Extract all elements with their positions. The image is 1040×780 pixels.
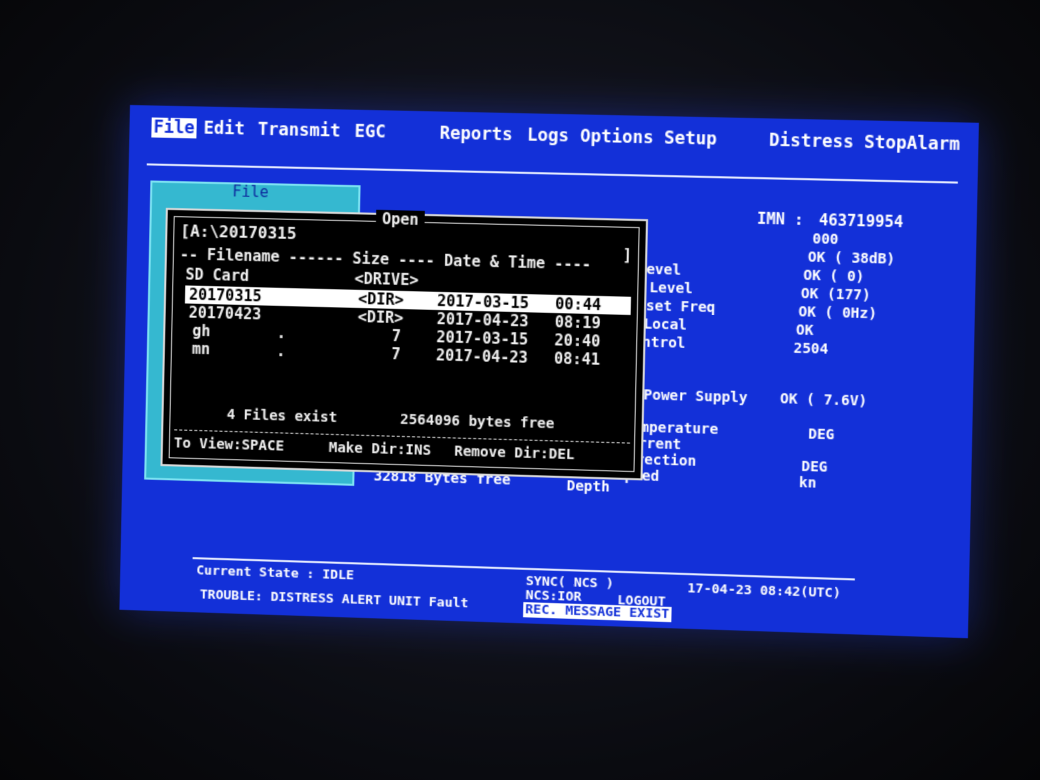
file-name: SD Card: [185, 265, 250, 286]
dialog-shortcuts: To View:SPACE Make Dir:INS Remove Dir:DE…: [170, 435, 634, 463]
remove-dir-shortcut[interactable]: Remove Dir:DEL: [454, 444, 575, 464]
file-date: 2017-04-23: [436, 309, 529, 331]
menu-setup[interactable]: Setup: [664, 128, 717, 149]
menu-logs[interactable]: Logs: [527, 125, 569, 146]
local-value: OK ( 0Hz): [798, 304, 878, 323]
file-name: gh: [192, 321, 211, 341]
dialog-summary: 4 Files exist 2564096 bytes free: [171, 405, 635, 432]
file-date: 2017-04-23: [435, 346, 529, 367]
trouble-message: TROUBLE: DISTRESS ALERT UNIT Fault: [199, 587, 469, 612]
menu-edit[interactable]: Edit: [203, 119, 245, 140]
menu-egc[interactable]: EGC: [354, 122, 385, 143]
file-size: 7: [391, 326, 402, 346]
dialog-bytes-free: 2564096 bytes free: [399, 411, 555, 433]
open-dialog-title: Open: [375, 209, 425, 230]
file-size: 7: [391, 345, 401, 364]
open-dialog: Open [A:\20170315 ] -- Filename ------ S…: [160, 207, 649, 481]
control-value: OK: [795, 322, 814, 340]
imn-value: 463719954: [818, 211, 904, 232]
control-value-2504: 2504: [793, 340, 829, 358]
path-bracket: ]: [622, 245, 633, 265]
level-value: OK ( 38dB): [807, 249, 896, 268]
date-time: 17-04-23 08:42(UTC): [687, 581, 841, 602]
file-time: 20:40: [554, 331, 601, 351]
file-ext: .: [276, 341, 286, 361]
power-supply-value: OK ( 7.6V): [779, 391, 868, 410]
offset-freq-value: OK (177): [800, 285, 871, 304]
imn-label: IMN :: [756, 209, 804, 229]
file-time: 00:44: [554, 294, 602, 315]
status-value-000: 000: [812, 231, 839, 249]
to-view-shortcut[interactable]: To View:SPACE: [174, 435, 284, 454]
current-path: [A:\20170315: [180, 221, 297, 244]
file-ext: .: [276, 323, 287, 343]
menu-reports[interactable]: Reports: [439, 124, 512, 146]
direction-value: DEG: [801, 458, 828, 476]
file-time: 08:41: [553, 349, 601, 369]
file-time: 08:19: [554, 313, 602, 333]
file-date: 2017-03-15: [436, 291, 530, 313]
c-level-value: OK ( 0): [803, 267, 865, 286]
file-size: <DRIVE>: [354, 269, 419, 290]
file-size: <DIR>: [357, 289, 405, 310]
depth-label: Depth: [566, 478, 610, 496]
open-dialog-frame: Open [A:\20170315 ] -- Filename ------ S…: [168, 209, 640, 473]
menu-stopalarm[interactable]: StopAlarm: [864, 133, 960, 155]
terminal-screen: File Edit Transmit EGC Reports Logs Opti…: [119, 105, 979, 639]
menu-distress[interactable]: Distress: [769, 131, 854, 153]
make-dir-shortcut[interactable]: Make Dir:INS: [329, 440, 432, 459]
file-size: <DIR>: [357, 307, 404, 328]
files-exist-count: 4 Files exist: [226, 406, 338, 427]
menu-options[interactable]: Options: [580, 127, 654, 149]
current-state: Current State : IDLE: [196, 563, 355, 584]
file-name: mn: [191, 339, 211, 359]
file-date: 2017-03-15: [436, 328, 529, 349]
menu-bar: File Edit Transmit EGC Reports Logs Opti…: [147, 117, 964, 161]
menu-file[interactable]: File: [151, 117, 197, 139]
menu-divider: [146, 163, 958, 184]
file-menu-title: File: [232, 182, 269, 202]
file-name: 20170423: [188, 303, 262, 324]
menu-transmit[interactable]: Transmit: [258, 120, 341, 142]
speed-value: kn: [798, 474, 817, 492]
temperature-value: DEG: [808, 426, 835, 444]
file-name: 20170315: [188, 285, 262, 306]
